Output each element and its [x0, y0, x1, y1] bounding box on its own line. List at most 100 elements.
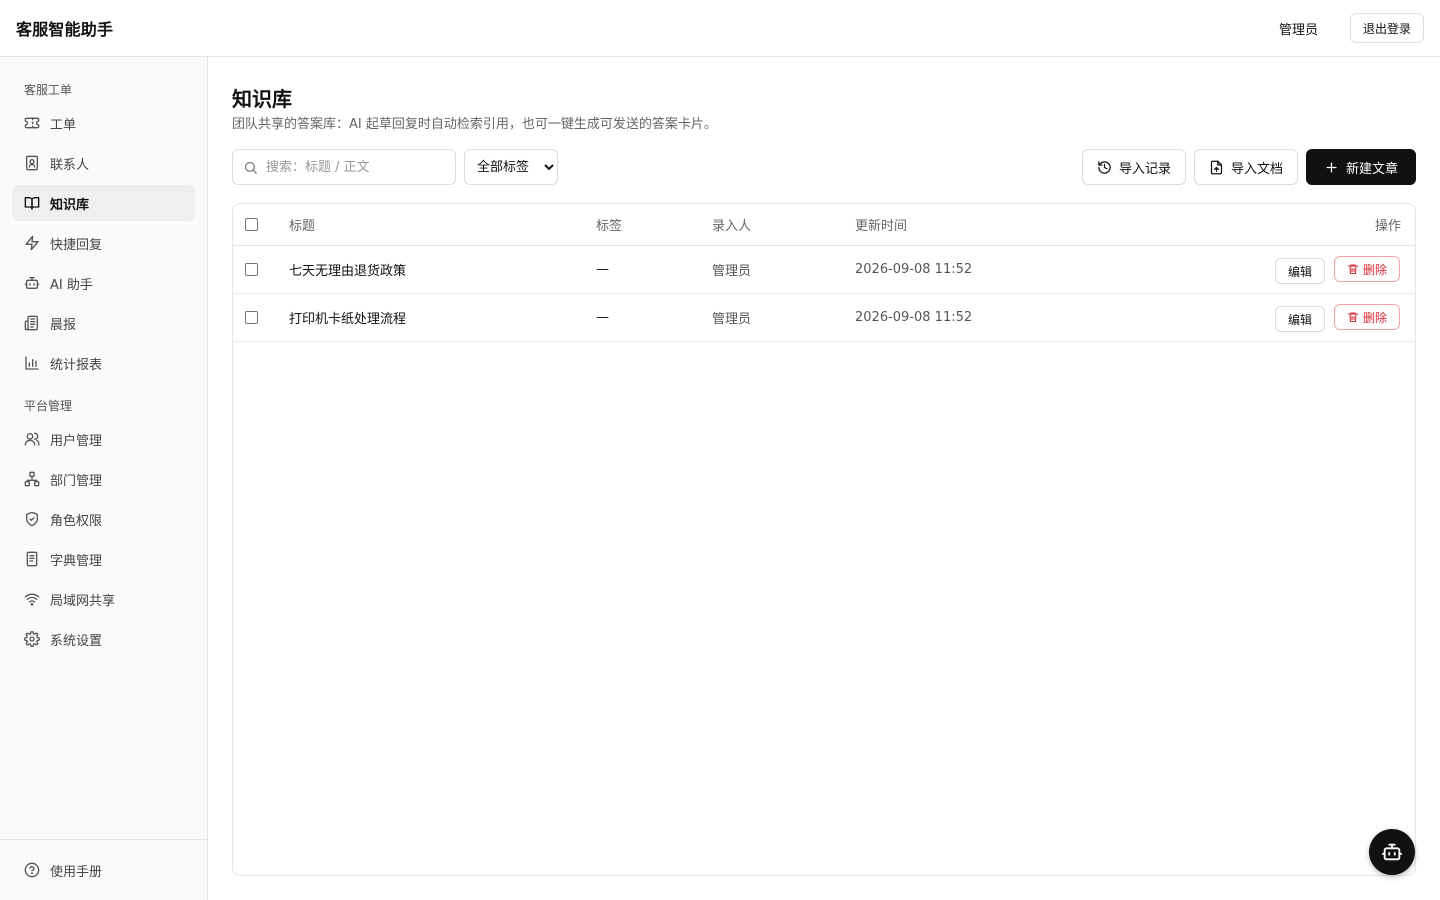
import-history-label: 导入记录 [1118, 161, 1171, 177]
sidebar-item-user-manual[interactable]: 使用手册 [12, 852, 195, 888]
history-icon [1097, 160, 1112, 175]
select-all-cell [245, 204, 258, 245]
bar-chart-icon [24, 355, 40, 371]
sidebar-item-knowledge-base[interactable]: 知识库 [12, 185, 195, 221]
trash-icon [1347, 263, 1359, 275]
row-checkbox[interactable] [245, 311, 258, 324]
sidebar: 客服工单 工单 联系人 知识库 快捷回复 AI 助手 晨报 统计报表 平台管理 … [0, 57, 208, 900]
sidebar-item-reports[interactable]: 统计报表 [12, 345, 195, 381]
import-document-label: 导入文档 [1230, 161, 1283, 177]
column-header-actions: 操作 [1374, 219, 1401, 234]
sidebar-item-morning-report[interactable]: 晨报 [12, 305, 195, 341]
row-select-cell [245, 294, 258, 341]
file-upload-icon [1209, 160, 1224, 175]
sidebar-item-roles[interactable]: 角色权限 [12, 501, 195, 537]
sidebar-item-label: 知识库 [50, 197, 90, 213]
sidebar-item-departments[interactable]: 部门管理 [12, 461, 195, 497]
sidebar-item-dictionary[interactable]: 字典管理 [12, 541, 195, 577]
top-right: 管理员 退出登录 [1279, 13, 1424, 43]
edit-button[interactable]: 编辑 [1275, 306, 1325, 332]
tag-filter-select[interactable]: 全部标签 [464, 149, 558, 185]
page-subtitle: 团队共享的答案库：AI 起草回复时自动检索引用，也可一键生成可发送的答案卡片。 [232, 117, 717, 132]
sidebar-item-label: 局域网共享 [50, 593, 116, 609]
table-row: 打印机卡纸处理流程 — 管理员 2026-09-08 11:52 编辑 删除 [233, 294, 1415, 342]
ai-assistant-fab[interactable] [1369, 829, 1415, 875]
row-updated: 2026-09-08 11:52 [855, 310, 973, 325]
new-article-button[interactable]: 新建文章 [1306, 149, 1416, 185]
current-user[interactable]: 管理员 [1279, 19, 1318, 38]
top-bar: 客服智能助手 管理员 退出登录 [0, 0, 1440, 57]
sidebar-item-label: 工单 [50, 117, 77, 133]
row-author: 管理员 [712, 264, 752, 279]
contact-icon [24, 155, 40, 171]
sidebar-item-label: 晨报 [50, 317, 77, 333]
search-input[interactable] [266, 159, 436, 175]
newspaper-icon [24, 315, 40, 331]
sidebar-item-quick-replies[interactable]: 快捷回复 [12, 225, 195, 261]
column-header-updated[interactable]: 更新时间 [855, 204, 907, 245]
column-header-tags: 标签 [596, 219, 623, 234]
sidebar-item-label: 字典管理 [50, 553, 103, 569]
search-icon [243, 160, 258, 175]
bot-icon [1381, 841, 1403, 863]
table-header: 标题 标签 录入人 更新时间 操作 [233, 204, 1415, 246]
column-header-author: 录入人 [712, 219, 752, 234]
search-box[interactable] [232, 149, 456, 185]
row-checkbox[interactable] [245, 263, 258, 276]
org-chart-icon [24, 471, 40, 487]
book-icon [24, 195, 40, 211]
nav-group-title-platform: 平台管理 [24, 399, 73, 413]
sidebar-item-ai-assistant[interactable]: AI 助手 [12, 265, 195, 301]
row-select-cell [245, 246, 258, 293]
wifi-icon [24, 591, 40, 607]
trash-icon [1347, 311, 1359, 323]
gear-icon [24, 631, 40, 647]
import-history-button[interactable]: 导入记录 [1082, 149, 1186, 185]
row-updated: 2026-09-08 11:52 [855, 262, 973, 277]
sidebar-item-label: 联系人 [50, 157, 90, 173]
sidebar-item-label: 角色权限 [50, 513, 103, 529]
row-author: 管理员 [712, 312, 752, 327]
articles-table: 标题 标签 录入人 更新时间 操作 七天无理由退货政策 — 管理员 2026-0… [232, 203, 1416, 876]
edit-button[interactable]: 编辑 [1275, 258, 1325, 284]
sidebar-item-users[interactable]: 用户管理 [12, 421, 195, 457]
sidebar-footer: 使用手册 [0, 839, 207, 900]
column-header-title[interactable]: 标题 [289, 204, 315, 245]
sidebar-item-lan-share[interactable]: 局域网共享 [12, 581, 195, 617]
sidebar-item-label: 系统设置 [50, 633, 103, 649]
row-title[interactable]: 打印机卡纸处理流程 [289, 294, 406, 341]
sidebar-item-label: 用户管理 [50, 433, 103, 449]
nav-group-title-tickets: 客服工单 [24, 83, 73, 97]
delete-label: 删除 [1362, 262, 1387, 277]
lightning-icon [24, 235, 40, 251]
shield-icon [24, 511, 40, 527]
plus-icon [1324, 160, 1339, 175]
app-title: 客服智能助手 [16, 20, 114, 39]
sidebar-item-label: 快捷回复 [50, 237, 103, 253]
sidebar-item-label: 部门管理 [50, 473, 103, 489]
bot-icon [24, 275, 40, 291]
delete-button[interactable]: 删除 [1334, 304, 1400, 330]
sidebar-item-label: 使用手册 [50, 864, 103, 880]
sidebar-item-label: 统计报表 [50, 357, 103, 373]
users-icon [24, 431, 40, 447]
logout-button[interactable]: 退出登录 [1349, 13, 1424, 43]
table-row: 七天无理由退货政策 — 管理员 2026-09-08 11:52 编辑 删除 [233, 246, 1415, 294]
delete-button[interactable]: 删除 [1334, 256, 1400, 282]
toolbar: 全部标签 导入记录 导入文档 新建文章 [232, 149, 1416, 185]
row-tags: — [596, 310, 609, 325]
delete-label: 删除 [1362, 310, 1387, 325]
sidebar-item-settings[interactable]: 系统设置 [12, 621, 195, 657]
help-circle-icon [24, 862, 40, 878]
row-title[interactable]: 七天无理由退货政策 [289, 246, 406, 293]
new-article-label: 新建文章 [1345, 161, 1398, 177]
sidebar-item-contacts[interactable]: 联系人 [12, 145, 195, 181]
sidebar-item-label: AI 助手 [50, 277, 93, 293]
ticket-icon [24, 115, 40, 131]
sidebar-item-tickets[interactable]: 工单 [12, 105, 195, 141]
import-document-button[interactable]: 导入文档 [1194, 149, 1298, 185]
row-tags: — [596, 262, 609, 277]
page-title: 知识库 [232, 87, 292, 111]
notebook-icon [24, 551, 40, 567]
select-all-checkbox[interactable] [245, 218, 258, 231]
